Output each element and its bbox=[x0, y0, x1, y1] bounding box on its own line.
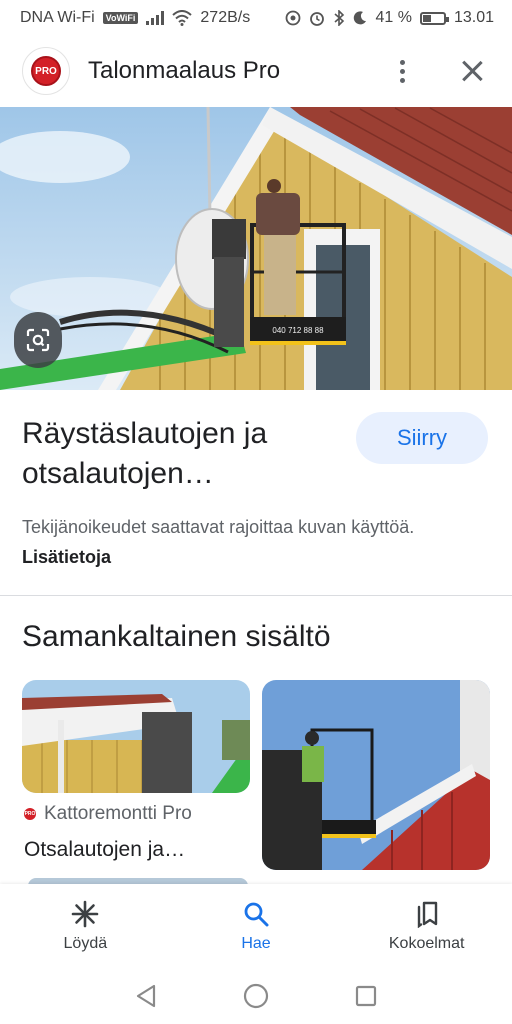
close-icon bbox=[461, 60, 483, 82]
copyright-notice: Tekijänoikeudet saattavat rajoittaa kuva… bbox=[22, 512, 482, 572]
lift-phone-label: 040 712 88 88 bbox=[272, 326, 324, 335]
result-image[interactable]: 040 712 88 88 bbox=[0, 107, 512, 390]
similar-card-1-source[interactable]: PRO Kattoremontti Pro bbox=[24, 803, 192, 825]
bookmarks-icon bbox=[417, 901, 437, 928]
copyright-text: Tekijänoikeudet saattavat rajoittaa kuva… bbox=[22, 517, 415, 537]
dnd-moon-icon bbox=[354, 11, 367, 25]
more-options-button[interactable] bbox=[382, 51, 422, 91]
nav-discover[interactable]: Löydä bbox=[0, 884, 171, 968]
similar-heading: Samankaltainen sisältö bbox=[22, 620, 331, 653]
clock: 13.01 bbox=[453, 9, 494, 26]
more-info-link[interactable]: Lisätietoja bbox=[22, 547, 111, 567]
recents-square-icon[interactable] bbox=[355, 985, 377, 1007]
source-name: Kattoremontti Pro bbox=[44, 803, 192, 824]
site-logo[interactable]: PRO bbox=[22, 47, 70, 95]
asterisk-icon bbox=[72, 900, 99, 928]
similar-photo-2 bbox=[262, 680, 490, 870]
similar-card-2-image[interactable] bbox=[262, 680, 490, 870]
visit-button[interactable]: Siirry bbox=[356, 412, 488, 464]
nav-discover-label: Löydä bbox=[63, 935, 108, 952]
lens-search-button[interactable] bbox=[14, 312, 62, 368]
network-speed: 272B/s bbox=[200, 9, 251, 26]
carrier-label: DNA Wi-Fi bbox=[20, 9, 95, 26]
lens-icon bbox=[26, 328, 50, 352]
signal-icon bbox=[146, 11, 165, 25]
nav-collections-label: Kokoelmat bbox=[388, 935, 465, 952]
app-header: PRO Talonmaalaus Pro bbox=[0, 36, 512, 106]
wifi-icon bbox=[172, 10, 193, 26]
search-icon bbox=[244, 902, 269, 927]
battery-icon bbox=[419, 11, 449, 25]
vowifi-badge: VoWiFi bbox=[102, 12, 139, 24]
result-title: Räystäslautojen ja otsalautojen… bbox=[22, 417, 268, 490]
house-photo: 040 712 88 88 bbox=[0, 107, 512, 390]
close-button[interactable] bbox=[452, 51, 492, 91]
battery-percent: 41 % bbox=[375, 9, 412, 26]
nav-collections[interactable]: Kokoelmat bbox=[341, 884, 512, 968]
source-logo: PRO bbox=[24, 808, 36, 820]
home-circle-icon[interactable] bbox=[243, 983, 269, 1009]
bluetooth-icon bbox=[334, 10, 345, 26]
data-saver-icon bbox=[286, 10, 301, 26]
system-nav-bar bbox=[0, 968, 512, 1024]
alarm-icon bbox=[310, 12, 325, 26]
nav-search-label: Hae bbox=[241, 935, 271, 952]
site-title[interactable]: Talonmaalaus Pro bbox=[88, 57, 382, 85]
more-vert-icon bbox=[399, 59, 405, 83]
similar-card-1-title[interactable]: Otsalautojen ja… bbox=[24, 838, 248, 864]
status-bar: DNA Wi-Fi VoWiFi 272B/s 41 % 13.01 bbox=[0, 0, 512, 36]
section-divider bbox=[0, 595, 512, 596]
similar-card-1-image[interactable] bbox=[22, 680, 250, 793]
nav-search[interactable]: Hae bbox=[171, 884, 342, 968]
logo-badge: PRO bbox=[31, 56, 61, 86]
bottom-nav: Löydä Hae Kokoelmat bbox=[0, 884, 512, 968]
back-triangle-icon[interactable] bbox=[135, 984, 157, 1008]
similar-photo-1 bbox=[22, 680, 250, 793]
